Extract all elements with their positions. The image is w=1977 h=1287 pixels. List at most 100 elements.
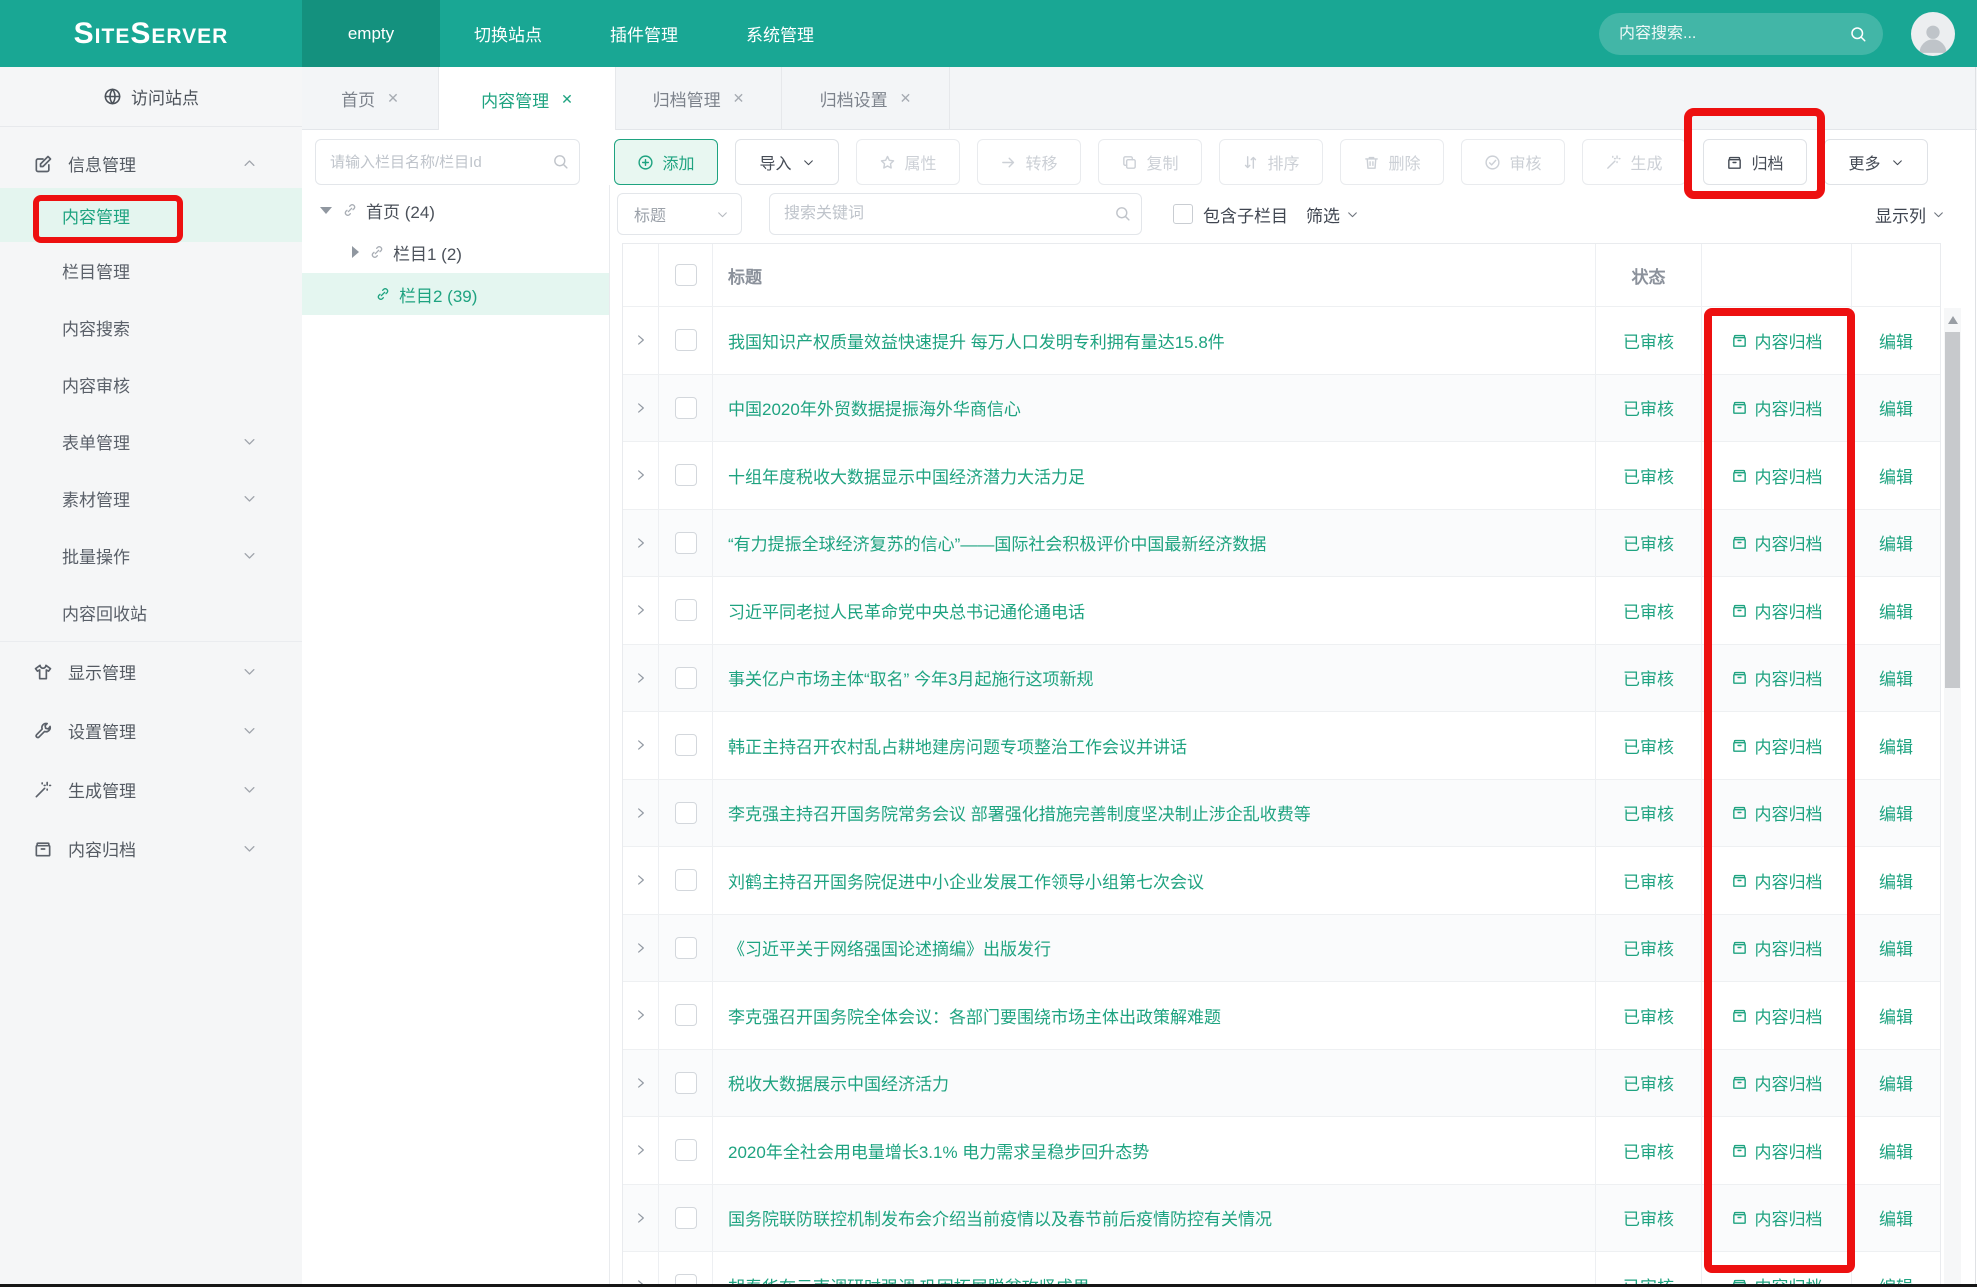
- tab-3[interactable]: 归档设置✕: [782, 67, 950, 130]
- toolbar-button-2[interactable]: 属性: [856, 139, 960, 185]
- row-expand-cell[interactable]: [623, 780, 659, 847]
- toolbar-button-0[interactable]: 添加: [614, 139, 718, 185]
- row-edit-button[interactable]: 编辑: [1852, 577, 1940, 644]
- vertical-scrollbar[interactable]: [1944, 308, 1961, 1287]
- scrollbar-thumb[interactable]: [1945, 332, 1960, 688]
- sidebar-item-0-5[interactable]: 素材管理: [0, 470, 302, 527]
- row-edit-button[interactable]: 编辑: [1852, 982, 1940, 1049]
- row-title-link[interactable]: 我国知识产权质量效益快速提升 每万人口发明专利拥有量达15.8件: [713, 307, 1596, 374]
- channel-search-input[interactable]: [315, 139, 580, 185]
- row-expand-cell[interactable]: [623, 712, 659, 779]
- row-edit-button[interactable]: 编辑: [1852, 442, 1940, 509]
- row-edit-button[interactable]: 编辑: [1852, 915, 1940, 982]
- row-checkbox[interactable]: [675, 1004, 697, 1026]
- sidebar-group-1[interactable]: 显示管理: [0, 642, 302, 701]
- row-checkbox[interactable]: [675, 734, 697, 756]
- tree-node-1[interactable]: 栏目1 (2): [302, 231, 609, 273]
- row-edit-button[interactable]: 编辑: [1852, 307, 1940, 374]
- tab-1[interactable]: 内容管理✕: [439, 67, 616, 131]
- row-title-link[interactable]: 胡春华在云南调研时强调 巩固拓展脱贫攻坚成果: [713, 1252, 1596, 1287]
- row-expand-cell[interactable]: [623, 1050, 659, 1117]
- toolbar-button-3[interactable]: 转移: [977, 139, 1081, 185]
- row-title-link[interactable]: 韩正主持召开农村乱占耕地建房问题专项整治工作会议并讲话: [713, 712, 1596, 779]
- row-archive-button[interactable]: 内容归档: [1702, 577, 1852, 644]
- sidebar-group-3[interactable]: 生成管理: [0, 760, 302, 819]
- row-checkbox[interactable]: [675, 1139, 697, 1161]
- row-title-link[interactable]: 李克强召开国务院全体会议：各部门要围绕市场主体出政策解难题: [713, 982, 1596, 1049]
- sidebar-group-4[interactable]: 内容归档: [0, 819, 302, 878]
- row-checkbox[interactable]: [675, 937, 697, 959]
- row-archive-button[interactable]: 内容归档: [1702, 510, 1852, 577]
- row-checkbox[interactable]: [675, 667, 697, 689]
- row-archive-button[interactable]: 内容归档: [1702, 307, 1852, 374]
- row-archive-button[interactable]: 内容归档: [1702, 442, 1852, 509]
- row-title-link[interactable]: 2020年全社会用电量增长3.1% 电力需求呈稳步回升态势: [713, 1117, 1596, 1184]
- nav-item-2[interactable]: 插件管理: [576, 0, 712, 67]
- toolbar-button-5[interactable]: 排序: [1219, 139, 1323, 185]
- search-icon[interactable]: [1849, 25, 1867, 43]
- tab-close-icon[interactable]: ✕: [900, 90, 912, 107]
- row-checkbox[interactable]: [675, 599, 697, 621]
- row-edit-button[interactable]: 编辑: [1852, 510, 1940, 577]
- row-archive-button[interactable]: 内容归档: [1702, 1185, 1852, 1252]
- row-edit-button[interactable]: 编辑: [1852, 712, 1940, 779]
- tab-close-icon[interactable]: ✕: [387, 90, 399, 107]
- caret-right-icon[interactable]: [352, 246, 359, 258]
- tab-2[interactable]: 归档管理✕: [616, 67, 782, 130]
- scroll-up-arrow-icon[interactable]: [1948, 316, 1958, 324]
- nav-item-3[interactable]: 系统管理: [712, 0, 848, 67]
- row-checkbox[interactable]: [675, 464, 697, 486]
- sidebar-item-0-2[interactable]: 内容搜索: [0, 299, 302, 356]
- row-edit-button[interactable]: 编辑: [1852, 375, 1940, 442]
- content-search-input[interactable]: [1619, 25, 1849, 43]
- row-edit-button[interactable]: 编辑: [1852, 780, 1940, 847]
- sidebar-item-0-6[interactable]: 批量操作: [0, 527, 302, 584]
- select-all-checkbox[interactable]: [675, 264, 697, 286]
- tab-close-icon[interactable]: ✕: [733, 90, 745, 107]
- row-checkbox[interactable]: [675, 397, 697, 419]
- sidebar-group-0[interactable]: 信息管理: [0, 139, 302, 188]
- tab-close-icon[interactable]: ✕: [561, 91, 573, 108]
- row-checkbox[interactable]: [675, 329, 697, 351]
- row-edit-button[interactable]: 编辑: [1852, 645, 1940, 712]
- row-checkbox[interactable]: [675, 869, 697, 891]
- row-expand-cell[interactable]: [623, 915, 659, 982]
- row-title-link[interactable]: 刘鹤主持召开国务院促进中小企业发展工作领导小组第七次会议: [713, 847, 1596, 914]
- row-edit-button[interactable]: 编辑: [1852, 1117, 1940, 1184]
- row-expand-cell[interactable]: [623, 510, 659, 577]
- toolbar-button-8[interactable]: 生成: [1582, 139, 1686, 185]
- sidebar-group-2[interactable]: 设置管理: [0, 701, 302, 760]
- row-archive-button[interactable]: 内容归档: [1702, 1117, 1852, 1184]
- row-archive-button[interactable]: 内容归档: [1702, 375, 1852, 442]
- sidebar-item-0-1[interactable]: 栏目管理: [0, 242, 302, 299]
- row-title-link[interactable]: 十组年度税收大数据显示中国经济潜力大活力足: [713, 442, 1596, 509]
- row-expand-cell[interactable]: [623, 577, 659, 644]
- row-expand-cell[interactable]: [623, 847, 659, 914]
- avatar[interactable]: [1911, 12, 1955, 56]
- row-expand-cell[interactable]: [623, 1117, 659, 1184]
- row-edit-button[interactable]: 编辑: [1852, 1050, 1940, 1117]
- row-archive-button[interactable]: 内容归档: [1702, 1252, 1852, 1287]
- row-expand-cell[interactable]: [623, 307, 659, 374]
- sidebar-item-0-3[interactable]: 内容审核: [0, 356, 302, 413]
- row-archive-button[interactable]: 内容归档: [1702, 780, 1852, 847]
- row-expand-cell[interactable]: [623, 442, 659, 509]
- filter-toggle[interactable]: 筛选: [1306, 202, 1359, 227]
- toolbar-button-7[interactable]: 审核: [1461, 139, 1565, 185]
- row-checkbox[interactable]: [675, 1207, 697, 1229]
- row-title-link[interactable]: 国务院联防联控机制发布会介绍当前疫情以及春节前后疫情防控有关情况: [713, 1185, 1596, 1252]
- toolbar-button-4[interactable]: 复制: [1098, 139, 1202, 185]
- search-field-select[interactable]: 标题: [617, 193, 742, 235]
- row-title-link[interactable]: 《习近平关于网络强国论述摘编》出版发行: [713, 915, 1596, 982]
- row-checkbox[interactable]: [675, 532, 697, 554]
- row-title-link[interactable]: 中国2020年外贸数据提振海外华商信心: [713, 375, 1596, 442]
- row-archive-button[interactable]: 内容归档: [1702, 1050, 1852, 1117]
- keyword-search-input[interactable]: [769, 193, 1142, 235]
- toolbar-button-6[interactable]: 删除: [1340, 139, 1444, 185]
- toolbar-button-1[interactable]: 导入: [735, 139, 839, 185]
- include-children-checkbox[interactable]: [1173, 204, 1193, 224]
- toolbar-button-10[interactable]: 更多: [1824, 139, 1928, 185]
- row-title-link[interactable]: 习近平同老挝人民革命党中央总书记通伦通电话: [713, 577, 1596, 644]
- row-archive-button[interactable]: 内容归档: [1702, 645, 1852, 712]
- sidebar-item-0-7[interactable]: 内容回收站: [0, 584, 302, 641]
